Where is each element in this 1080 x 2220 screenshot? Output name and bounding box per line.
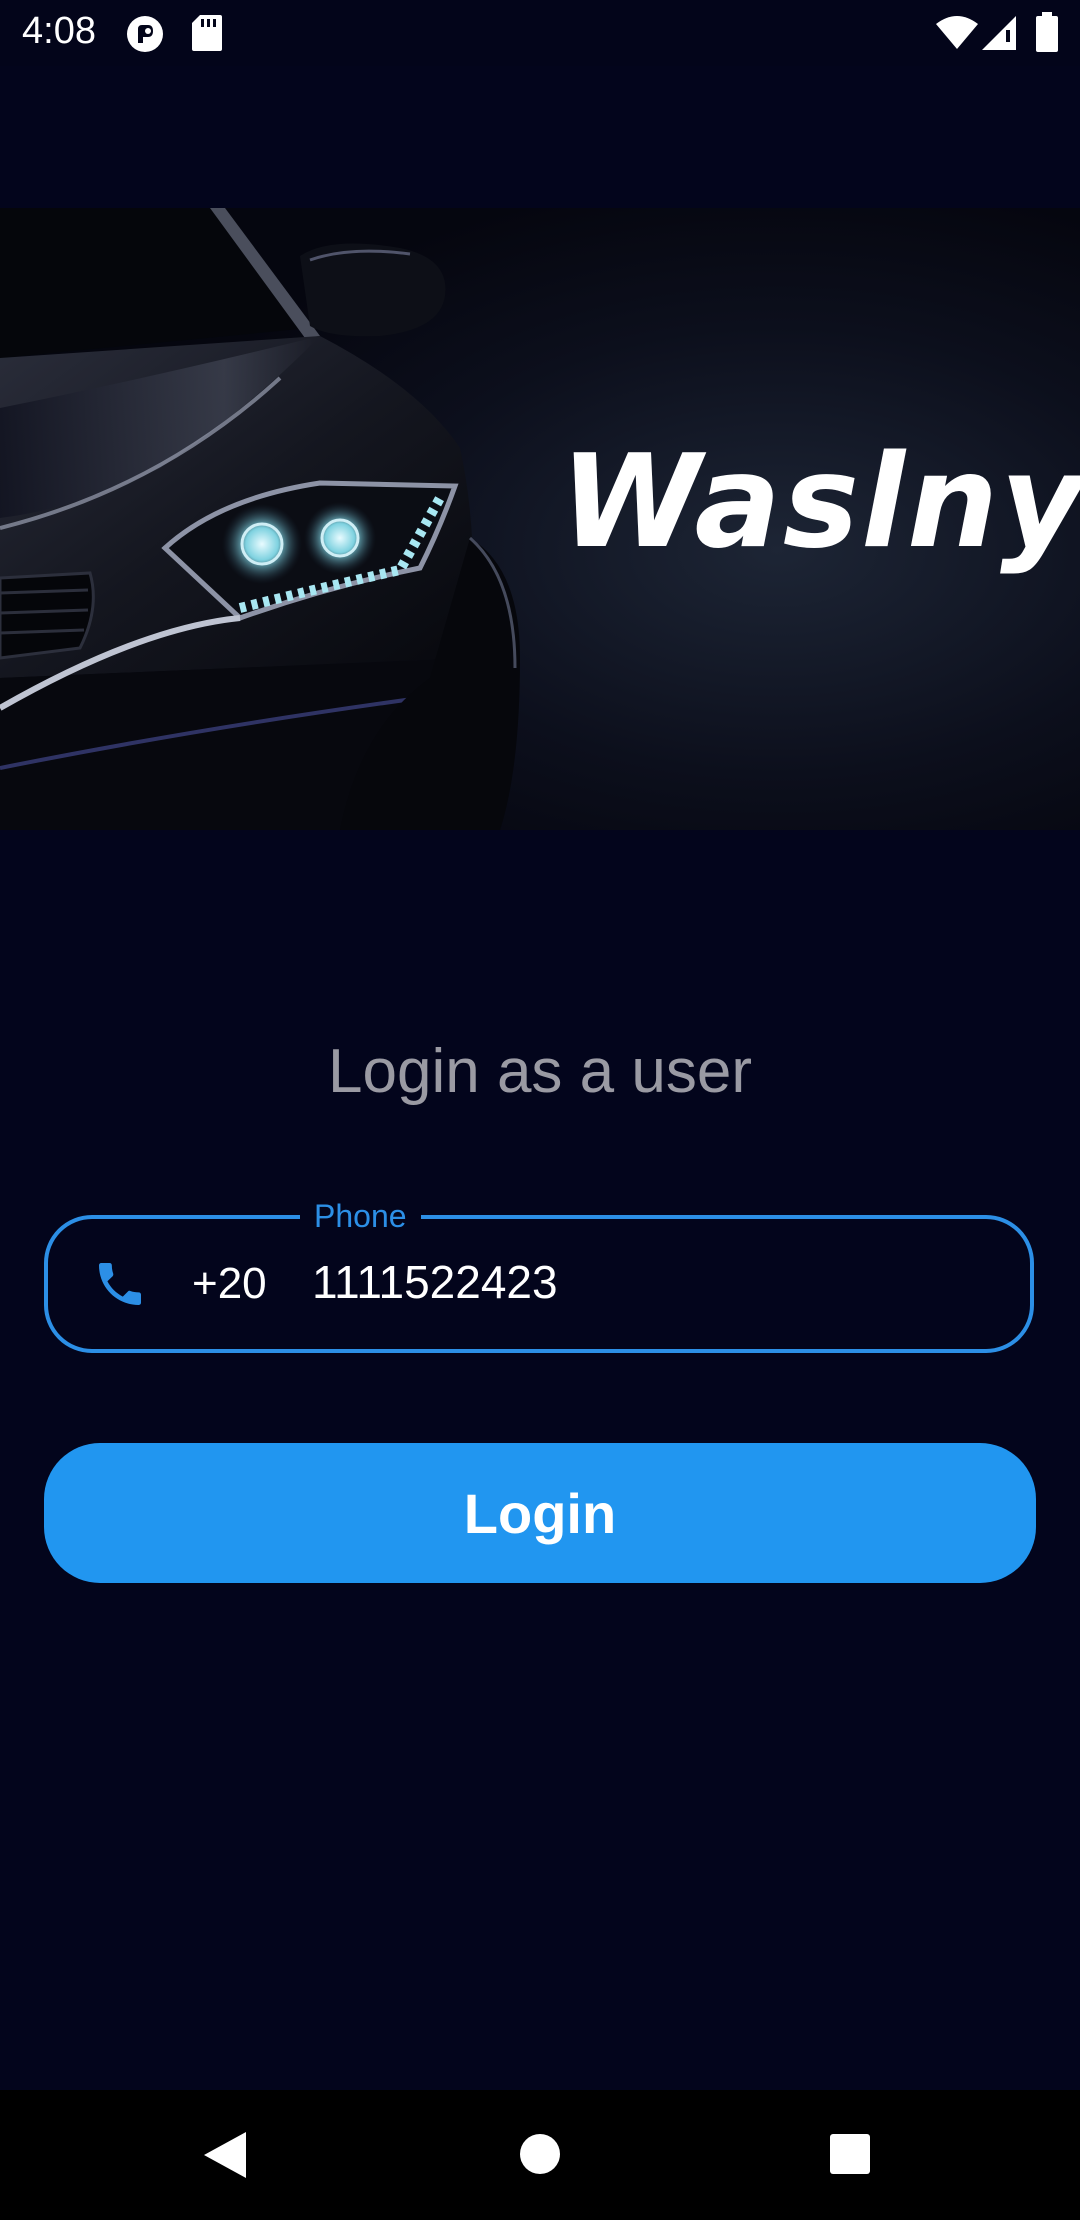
wifi-icon xyxy=(936,16,978,50)
recents-icon[interactable] xyxy=(830,2134,870,2174)
phone-input[interactable] xyxy=(312,1250,1002,1314)
pocket-cast-icon xyxy=(126,15,164,53)
phone-field-label: Phone xyxy=(300,1196,421,1236)
phone-icon xyxy=(92,1256,148,1312)
login-screen: 4:08 Waslny Login as a user Phone +20 11… xyxy=(0,0,1080,2220)
country-code: +20 xyxy=(192,1259,267,1308)
signal-icon xyxy=(982,16,1016,50)
login-button[interactable]: Login xyxy=(44,1443,1036,1583)
login-title: Login as a user xyxy=(328,1037,752,1106)
navigation-bar xyxy=(0,2090,1080,2220)
status-time: 4:08 xyxy=(22,10,96,52)
battery-icon xyxy=(1036,12,1058,52)
back-icon[interactable] xyxy=(200,2130,250,2180)
home-icon[interactable] xyxy=(518,2132,562,2176)
status-bar: 4:08 xyxy=(0,0,1080,66)
sd-card-icon xyxy=(192,15,222,51)
brand-name: Waslny xyxy=(560,428,1080,577)
hero-banner: Waslny xyxy=(0,208,1080,830)
